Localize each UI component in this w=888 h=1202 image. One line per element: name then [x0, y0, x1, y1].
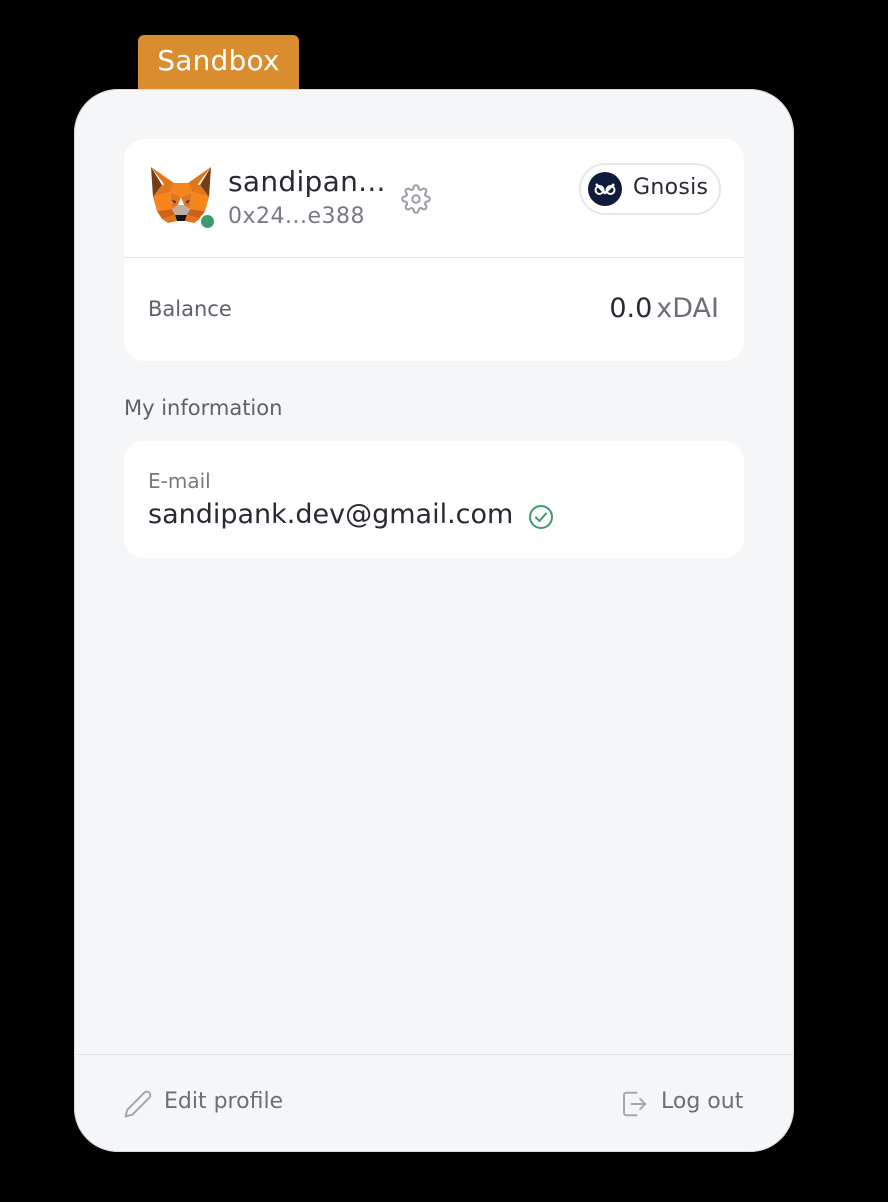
- log-out-label: Log out: [661, 1089, 744, 1114]
- verified-check-icon: [529, 505, 553, 529]
- log-out-icon: [623, 1091, 647, 1117]
- pencil-icon: [124, 1090, 152, 1118]
- balance-label: Balance: [148, 297, 232, 321]
- sandbox-badge: Sandbox: [138, 35, 299, 89]
- online-status-dot: [199, 213, 216, 230]
- footer-divider: [74, 1054, 794, 1055]
- balance-amount: 0.0: [609, 293, 653, 324]
- email-card: E-mail sandipank.dev@gmail.com: [124, 441, 744, 558]
- gnosis-owl-icon: [588, 172, 622, 206]
- network-selector[interactable]: Gnosis: [579, 163, 721, 215]
- edit-profile-label: Edit profile: [164, 1089, 284, 1114]
- wallet-name: sandipan...: [228, 165, 386, 198]
- network-label: Gnosis: [633, 175, 709, 200]
- wallet-header: sandipan... 0x24...e388 Gnosis: [124, 139, 744, 257]
- balance-value: 0.0 xDAI: [609, 293, 719, 324]
- email-label: E-mail: [148, 469, 211, 493]
- wallet-divider: [124, 257, 744, 258]
- email-value: sandipank.dev@gmail.com: [148, 499, 514, 530]
- settings-gear-icon[interactable]: [401, 184, 431, 214]
- my-information-title: My information: [124, 396, 283, 420]
- wallet-widget: sandipan... 0x24...e388 Gnosis Balance 0…: [74, 89, 794, 1152]
- wallet-card: sandipan... 0x24...e388 Gnosis Balance 0…: [124, 139, 744, 361]
- wallet-address[interactable]: 0x24...e388: [228, 204, 365, 229]
- balance-unit: xDAI: [656, 293, 719, 324]
